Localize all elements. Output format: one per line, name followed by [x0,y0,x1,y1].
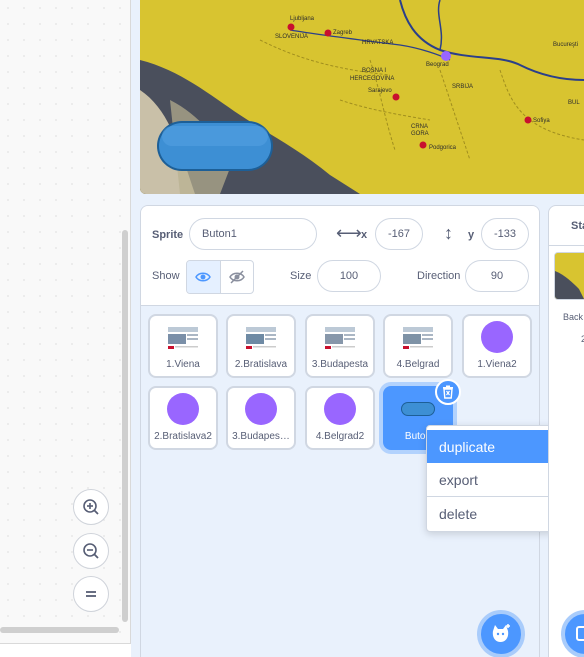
stage-target-pane[interactable]: Sta Back 2 [548,205,584,657]
sprite-tile-label: 4.Belgrad [396,359,440,370]
sprite-tile[interactable]: 3.Budapes… [226,386,296,450]
map-thumbnail-icon [245,325,277,351]
sprite-info-panel: Sprite Buton1 ⟷ x -167 ↕ y -133 Show Siz… [141,206,539,306]
map-backdrop: Ljubljana SLOVENIJA Zagreb HRVATSKA BOSN… [140,0,584,194]
map-label-slovenija: SLOVENIJA [275,34,308,40]
map-label-gora: GORA [411,131,429,137]
map-label-srbija: SRBIJA [452,84,473,90]
zoom-out-button[interactable] [73,533,109,569]
hide-button[interactable] [221,261,254,293]
map-label-beograd: Beograd [426,62,449,68]
choose-sprite-button[interactable] [477,610,525,657]
sprite-tile[interactable]: 2.Bratislava [226,314,296,378]
sprite-tile-label: 4.Belgrad2 [315,431,365,442]
vertical-scrollbar[interactable] [122,230,128,622]
vertical-arrows-icon: ↕ [444,223,453,243]
map-label-bosna: BOSNA I [362,68,386,74]
map-label-ljubljana: Ljubljana [290,16,315,22]
stage-pane-title: Sta [549,206,584,246]
sprite-tile-label: 1.Viena2 [477,359,517,370]
y-input[interactable]: -133 [481,218,529,250]
sprite-tile-label: 2.Bratislava2 [154,431,212,442]
map-label-podgorica: Podgorica [429,145,457,151]
show-button[interactable] [187,261,221,293]
context-menu: duplicate export delete [426,425,555,532]
map-label-crna: CRNA [411,124,428,130]
sprite-tile[interactable]: 1.Viena2 [462,314,532,378]
sprite-tile[interactable]: 4.Belgrad [383,314,453,378]
zoom-in-button[interactable] [73,489,109,525]
zoom-in-icon [83,499,99,515]
bottom-bar [0,643,131,657]
stage[interactable]: Ljubljana SLOVENIJA Zagreb HRVATSKA BOSN… [140,0,584,194]
map-label-zagreb: Zagreb [333,30,353,36]
map-label-hrvatska: HRVATSKA [362,40,393,46]
purple-circle-thumbnail [167,393,199,425]
sprite-tile[interactable]: 4.Belgrad2 [305,386,375,450]
map-label-bul: BUL [568,100,580,106]
map-label-hercegovina: HERCEGOVINA [350,76,394,82]
horizontal-arrows-icon: ⟷ [336,223,362,243]
sprite-tile[interactable]: 3.Budapesta [305,314,375,378]
purple-circle-thumbnail [324,393,356,425]
backdrops-label: Back [563,312,584,322]
size-input[interactable]: 100 [317,260,381,292]
direction-label: Direction [417,270,461,282]
map-label-sofiya: Sofiya [533,118,550,124]
visibility-toggle [186,260,254,294]
x-label: x [361,229,368,241]
map-thumbnail-icon [402,325,434,351]
purple-circle-thumbnail [481,321,513,353]
sprite-tile-label: 2.Bratislava [234,359,288,370]
size-label: Size [290,270,312,282]
equals-icon [86,591,96,597]
eye-icon [195,272,212,282]
map-thumbnail-icon [167,325,199,351]
code-workspace[interactable] [0,0,131,657]
zoom-out-icon [83,543,99,559]
purple-circle-thumbnail [245,393,277,425]
sprite-label: Sprite [152,229,184,241]
menu-item-duplicate[interactable]: duplicate [427,430,554,463]
zoom-reset-button[interactable] [73,576,109,612]
horizontal-scrollbar[interactable] [0,627,119,633]
map-label-bucuresti: Bucureşti [553,42,578,48]
button-thumbnail-icon [401,402,435,416]
map-thumbnail-icon [324,325,356,351]
sprite-tile-label: 3.Budapesta [311,359,369,370]
sprite-tile[interactable]: 1.Viena [148,314,218,378]
menu-item-delete[interactable]: delete [427,497,554,530]
sprite-name-input[interactable]: Buton1 [189,218,317,250]
delete-sprite-button[interactable] [435,379,461,405]
eye-slash-icon [228,270,245,284]
show-label: Show [152,270,180,282]
stage-thumbnail [554,252,584,300]
map-label-sarajevo: Sarajevo [368,88,392,94]
cat-plus-icon [492,624,510,642]
x-input[interactable]: -167 [375,218,423,250]
backdrop-icon [576,626,584,641]
sprite-tile-label: 3.Budapes… [232,431,290,442]
y-label: y [468,229,475,241]
sprite-tile[interactable]: 2.Bratislava2 [148,386,218,450]
sprite-tile-label: 1.Viena [166,359,200,370]
direction-input[interactable]: 90 [465,260,529,292]
trash-icon [443,385,453,399]
menu-item-export[interactable]: export [427,463,554,496]
